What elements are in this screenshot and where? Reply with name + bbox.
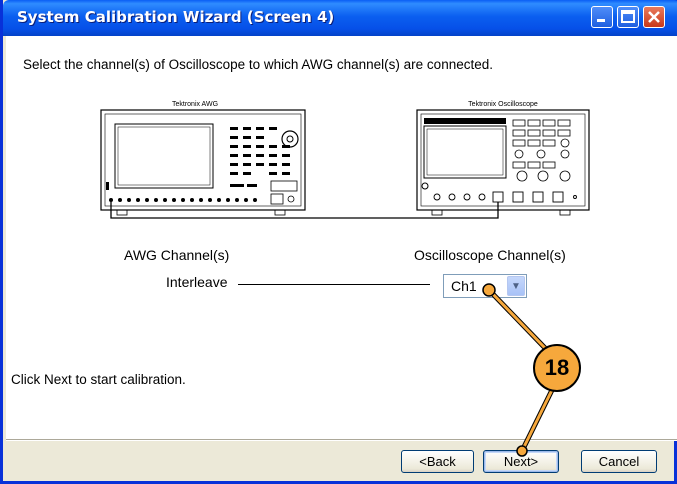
back-button[interactable]: <Back [401,450,474,473]
oscilloscope-channel-header: Oscilloscope Channel(s) [414,247,566,263]
maximize-icon[interactable] [617,6,639,28]
awg-channel-header: AWG Channel(s) [124,247,230,263]
channel-connector-line [238,284,430,285]
step-callout-badge: 18 [533,344,581,392]
minimize-icon[interactable] [591,6,613,28]
instruction-text: Select the channel(s) of Oscilloscope to… [23,57,493,72]
oscilloscope-instrument-label: Tektronix Oscilloscope [468,101,538,108]
button-separator [6,439,677,441]
cancel-button[interactable]: Cancel [581,450,657,473]
title-bar[interactable]: System Calibration Wizard (Screen 4) [3,0,677,36]
calibration-wizard-window: System Calibration Wizard (Screen 4) Sel… [0,0,677,484]
awg-instrument-icon: Tektronix AWG [100,101,306,216]
footer-note: Click Next to start calibration. [11,372,186,387]
window-title: System Calibration Wizard (Screen 4) [17,8,335,26]
oscilloscope-instrument-icon: Tektronix Oscilloscope [416,101,590,216]
oscilloscope-channel-select[interactable]: Ch1 ▼ [443,274,527,298]
next-button[interactable]: Next> [483,450,559,473]
oscilloscope-channel-value: Ch1 [451,278,477,294]
awg-channel-interleave-label: Interleave [166,274,228,290]
chevron-down-icon[interactable]: ▼ [507,276,525,296]
step-callout-number: 18 [544,355,570,380]
awg-instrument-label: Tektronix AWG [172,101,218,108]
close-icon[interactable] [643,6,665,28]
connection-diagram: Tektronix AWG Tektronix Oscilloscope [95,94,593,229]
